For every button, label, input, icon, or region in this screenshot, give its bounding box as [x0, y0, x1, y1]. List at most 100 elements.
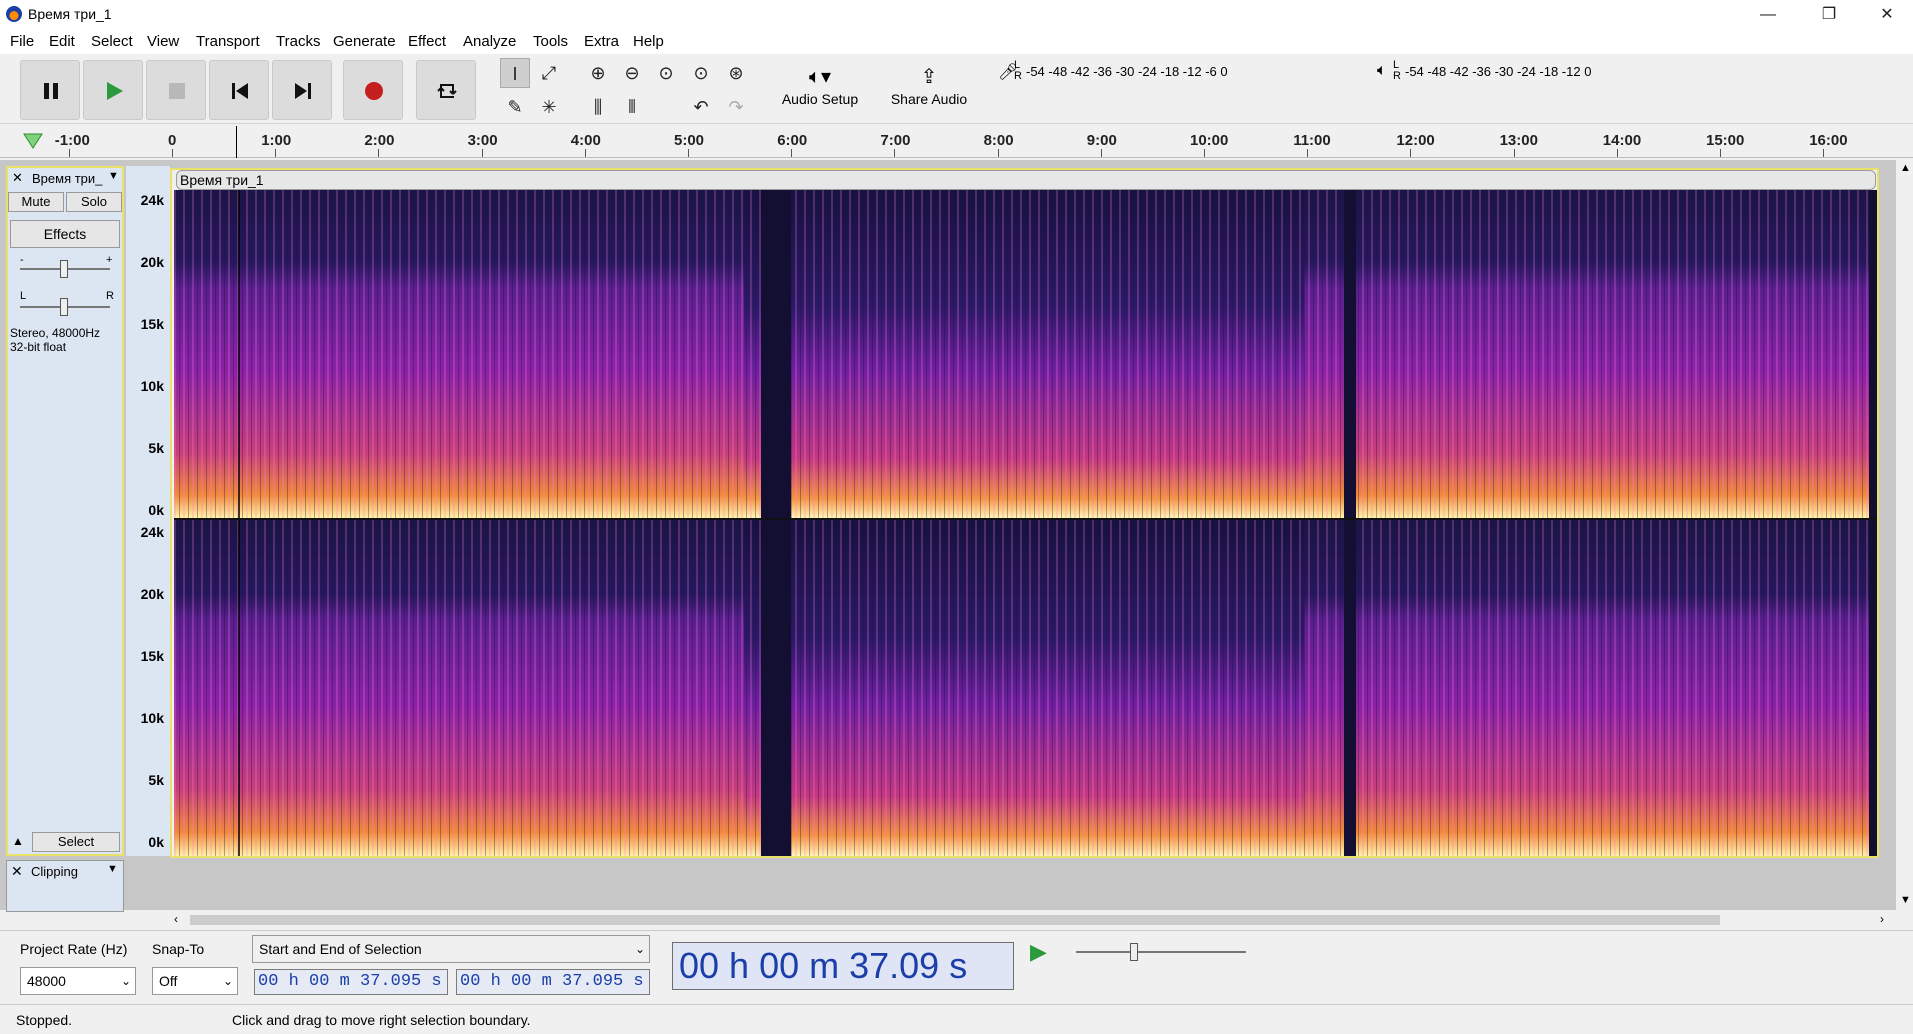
pan-left-label: L	[20, 290, 27, 302]
label-track-chevron-down-icon[interactable]: ▼	[107, 863, 118, 875]
minimize-button[interactable]: —	[1745, 0, 1791, 30]
horizontal-scroll-thumb[interactable]	[190, 915, 1720, 925]
stop-button[interactable]	[146, 60, 206, 120]
skip-to-start-button[interactable]	[209, 60, 269, 120]
selection-end-time[interactable]: 00 h 00 m 37.095 s	[456, 969, 650, 995]
menu-tracks[interactable]: Tracks	[276, 33, 320, 50]
status-bar: Stopped. Click and drag to move right se…	[0, 1004, 1913, 1034]
record-meter-channels: LR	[1014, 59, 1022, 82]
play-button[interactable]	[83, 60, 143, 120]
menu-analyze[interactable]: Analyze	[463, 33, 516, 50]
play-at-speed-icon[interactable]: ▶	[1030, 939, 1047, 965]
zoom-toggle-icon[interactable]: ⊛	[721, 58, 751, 88]
title-bar: Время три_1 — ❐ ✕	[0, 0, 1913, 30]
skip-to-end-button[interactable]	[272, 60, 332, 120]
scroll-right-icon[interactable]: ›	[1880, 912, 1884, 926]
ruler-tick-mark	[1100, 149, 1102, 157]
ruler-tick-mark	[1204, 149, 1205, 157]
draw-tool-icon[interactable]: ✎	[500, 92, 530, 122]
play-head-triangle-icon[interactable]	[22, 132, 44, 150]
multi-tool-icon[interactable]: ✳	[534, 92, 564, 122]
snap-to-select[interactable]: Off ⌄	[152, 967, 238, 995]
scroll-down-icon[interactable]: ▼	[1900, 894, 1911, 906]
menu-transport[interactable]: Transport	[196, 33, 260, 50]
menu-extra[interactable]: Extra	[584, 33, 619, 50]
window-title: Время три_1	[28, 6, 112, 22]
pause-icon	[44, 83, 58, 99]
effects-button[interactable]: Effects	[10, 220, 120, 248]
gain-plus-label: +	[106, 254, 113, 266]
record-button[interactable]	[343, 60, 403, 120]
status-state: Stopped.	[16, 1012, 73, 1028]
fit-project-icon[interactable]: ⊙	[686, 58, 716, 88]
label-track-lane[interactable]	[170, 862, 1879, 906]
speaker-icon: 🔈︎▾	[808, 66, 832, 88]
frequency-label: 20k	[140, 254, 164, 270]
loop-button[interactable]	[416, 60, 476, 120]
menu-file[interactable]: File	[10, 33, 34, 50]
play-speed-thumb[interactable]	[1130, 943, 1138, 961]
share-audio-button[interactable]: ⇪ Share Audio	[882, 60, 976, 122]
share-audio-label: Share Audio	[890, 91, 968, 107]
scroll-left-icon[interactable]: ‹	[174, 912, 178, 926]
ruler-tick-mark	[1410, 149, 1412, 157]
spectrogram-channel-left[interactable]	[174, 190, 1877, 518]
play-speed-slider[interactable]	[1076, 951, 1246, 953]
play-icon	[107, 82, 123, 100]
trim-audio-icon[interactable]: ⫼	[583, 92, 613, 122]
zoom-in-icon[interactable]: ⊕	[583, 58, 613, 88]
redo-icon[interactable]: ↷	[721, 92, 751, 122]
track-name-menu[interactable]: Время три_	[32, 171, 102, 186]
audio-position-display[interactable]: 00 h 00 m 37.09 s	[672, 942, 1014, 990]
chevron-down-icon[interactable]: ▼	[108, 170, 119, 182]
menu-help[interactable]: Help	[633, 33, 664, 50]
label-track-panel: ✕ Clipping ▼	[6, 860, 124, 912]
loop-icon	[437, 84, 457, 98]
selection-start-time[interactable]: 00 h 00 m 37.095 s	[254, 969, 448, 995]
mute-button[interactable]: Mute	[8, 192, 64, 212]
clip-title-bar[interactable]: Время три_1	[176, 170, 1876, 190]
timeline-ruler[interactable]: -1:00 0 1:00 2:00 3:00 4:00 5:00 6:00 7:00 8:00 9:…	[0, 124, 1913, 158]
menu-view[interactable]: View	[147, 33, 179, 50]
playback-meter[interactable]: 🔈︎ LR -54 -48 -42 -36 -30 -24 -18 -12 0	[1377, 60, 1727, 82]
audio-setup-button[interactable]: 🔈︎▾ Audio Setup	[773, 60, 867, 122]
close-track-icon[interactable]: ✕	[12, 170, 23, 186]
menu-tools[interactable]: Tools	[533, 33, 568, 50]
toolbar: Ι ⤢ ✎ ✳ ⊕ ⊖ ⊙ ⊙ ⊛ ⫼ ⫴ ↶ ↷ 🔈︎▾ Audio Setu…	[0, 54, 1913, 124]
frequency-label: 24k	[140, 192, 164, 208]
fit-selection-icon[interactable]: ⊙	[651, 58, 681, 88]
close-label-track-icon[interactable]: ✕	[11, 863, 23, 880]
ruler-tick-mark	[1823, 149, 1825, 157]
menu-generate[interactable]: Generate	[333, 33, 396, 50]
menu-effect[interactable]: Effect	[408, 33, 446, 50]
ruler-tick-label: 16:00	[1809, 132, 1848, 149]
silence-audio-icon[interactable]: ⫴	[617, 92, 647, 122]
frequency-label: 0k	[148, 834, 164, 850]
pan-slider-thumb[interactable]	[60, 298, 68, 316]
spectrogram-view[interactable]	[170, 168, 1879, 858]
menu-select[interactable]: Select	[91, 33, 133, 50]
label-track-name[interactable]: Clipping	[31, 864, 78, 879]
pause-button[interactable]	[20, 60, 80, 120]
vertical-scrollbar[interactable]: ▲ ▼	[1896, 160, 1913, 910]
horizontal-scrollbar[interactable]: ‹ ›	[170, 912, 1896, 928]
ruler-tick-label: 0	[168, 132, 177, 149]
record-meter[interactable]: 🎤︎ LR -54 -48 -42 -36 -30 -24 -18 -12 -6…	[998, 60, 1348, 82]
ruler-tick-mark	[481, 149, 483, 157]
select-track-button[interactable]: Select	[32, 832, 120, 852]
menu-edit[interactable]: Edit	[49, 33, 75, 50]
close-button[interactable]: ✕	[1864, 0, 1910, 30]
maximize-button[interactable]: ❐	[1806, 0, 1852, 30]
gain-slider-thumb[interactable]	[60, 260, 68, 278]
spectrogram-channel-right[interactable]	[174, 520, 1877, 856]
undo-icon[interactable]: ↶	[686, 92, 716, 122]
selection-mode-select[interactable]: Start and End of Selection ⌄	[252, 935, 650, 963]
scroll-up-icon[interactable]: ▲	[1900, 162, 1911, 174]
collapse-track-icon[interactable]: ▲	[12, 834, 24, 848]
project-rate-select[interactable]: 48000 ⌄	[20, 967, 136, 995]
zoom-out-icon[interactable]: ⊖	[617, 58, 647, 88]
solo-button[interactable]: Solo	[66, 192, 122, 212]
envelope-tool-icon[interactable]: ⤢	[534, 58, 564, 88]
ruler-tick-mark	[378, 149, 380, 157]
selection-tool-icon[interactable]: Ι	[500, 58, 530, 88]
